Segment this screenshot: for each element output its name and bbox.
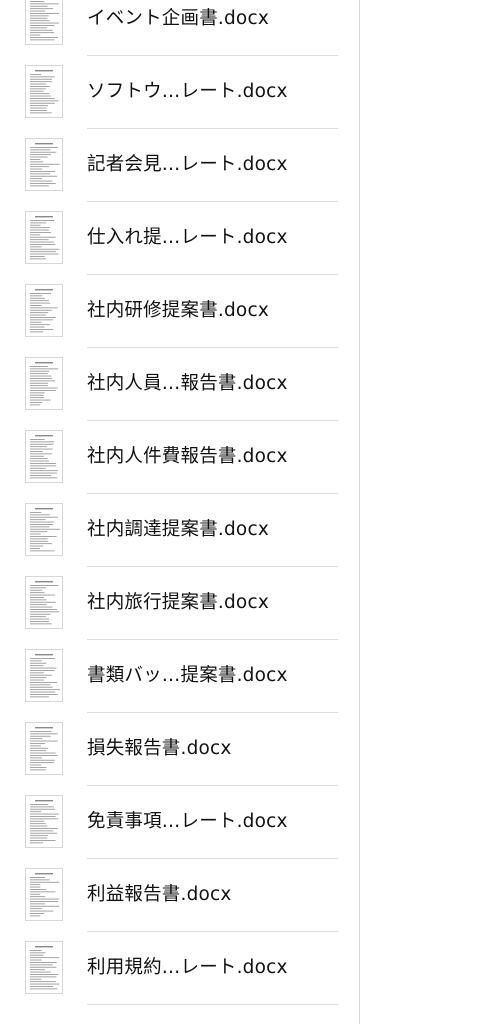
- document-thumbnail-icon: [25, 503, 63, 556]
- file-name: 利益報告書.docx: [87, 884, 232, 905]
- document-thumbnail-icon: [25, 576, 63, 629]
- file-row[interactable]: 免責事項…レート.docx: [0, 786, 360, 859]
- file-row[interactable]: 仕入れ提…レート.docx: [0, 202, 360, 275]
- file-name: ソフトウ…レート.docx: [87, 81, 288, 102]
- file-row[interactable]: ソフトウ…レート.docx: [0, 56, 360, 129]
- file-name: イベント企画書.docx: [87, 8, 269, 29]
- file-name: 社内人件費報告書.docx: [87, 446, 288, 467]
- document-thumbnail-icon: [25, 430, 63, 483]
- file-list: イベント企画書.docx ソフトウ…レート.docx 記者会見…レート.docx 仕入…: [0, 0, 360, 1005]
- file-row[interactable]: 社内人件費報告書.docx: [0, 421, 360, 494]
- document-thumbnail-icon: [25, 0, 63, 45]
- document-thumbnail-icon: [25, 722, 63, 775]
- file-row[interactable]: 損失報告書.docx: [0, 713, 360, 786]
- file-name: 記者会見…レート.docx: [87, 154, 288, 175]
- file-name: 利用規約…レート.docx: [87, 957, 288, 978]
- file-name: 書類バッ…提案書.docx: [87, 665, 288, 686]
- file-name: 損失報告書.docx: [87, 738, 232, 759]
- file-name: 社内調達提案書.docx: [87, 519, 269, 540]
- file-row[interactable]: 社内調達提案書.docx: [0, 494, 360, 567]
- file-row[interactable]: 社内研修提案書.docx: [0, 275, 360, 348]
- file-name: 社内研修提案書.docx: [87, 300, 269, 321]
- document-thumbnail-icon: [25, 649, 63, 702]
- document-thumbnail-icon: [25, 868, 63, 921]
- detail-pane: [360, 0, 480, 1024]
- file-row[interactable]: 書類バッ…提案書.docx: [0, 640, 360, 713]
- document-thumbnail-icon: [25, 284, 63, 337]
- file-row[interactable]: 利用規約…レート.docx: [0, 932, 360, 1005]
- row-divider: [87, 1004, 338, 1005]
- file-name: 仕入れ提…レート.docx: [87, 227, 288, 248]
- file-name: 社内旅行提案書.docx: [87, 592, 269, 613]
- file-row[interactable]: 利益報告書.docx: [0, 859, 360, 932]
- document-thumbnail-icon: [25, 211, 63, 264]
- file-name: 免責事項…レート.docx: [87, 811, 288, 832]
- file-row[interactable]: 記者会見…レート.docx: [0, 129, 360, 202]
- document-thumbnail-icon: [25, 941, 63, 994]
- document-thumbnail-icon: [25, 795, 63, 848]
- file-name: 社内人員…報告書.docx: [87, 373, 288, 394]
- document-thumbnail-icon: [25, 138, 63, 191]
- file-row[interactable]: 社内人員…報告書.docx: [0, 348, 360, 421]
- file-row[interactable]: イベント企画書.docx: [0, 0, 360, 56]
- document-thumbnail-icon: [25, 65, 63, 118]
- file-row[interactable]: 社内旅行提案書.docx: [0, 567, 360, 640]
- document-thumbnail-icon: [25, 357, 63, 410]
